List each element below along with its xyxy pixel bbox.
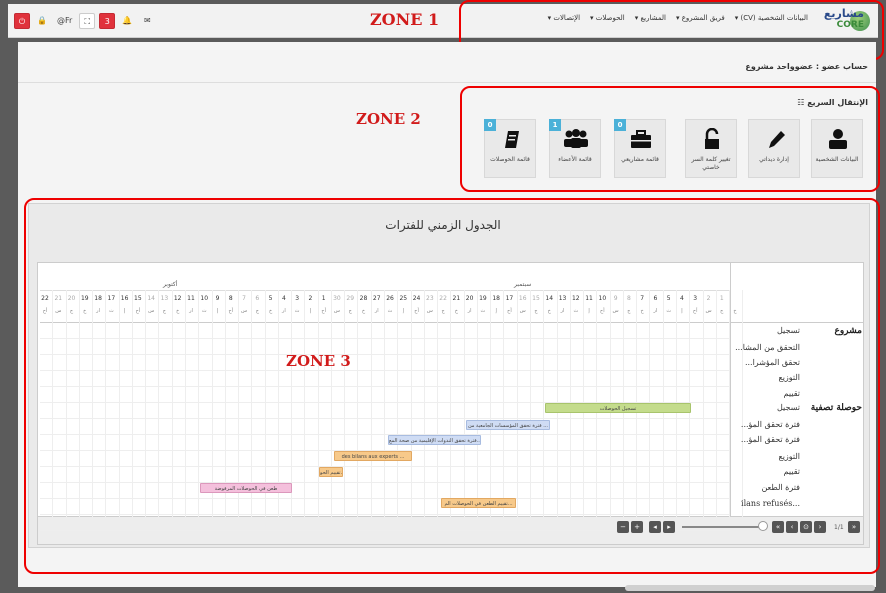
notifications-count-button[interactable]: 3 [99, 13, 116, 29]
zone-2-label: ZONE 2 [356, 110, 421, 128]
horizontal-scrollbar[interactable] [625, 585, 875, 591]
divider [18, 82, 876, 83]
lock-button[interactable]: 🔒 [34, 13, 50, 29]
account-line: حساب عضو : عضوواحد مشروع [745, 62, 868, 71]
zone-1-label: ZONE 1 [370, 10, 440, 29]
language-button[interactable]: @Fr [54, 13, 75, 29]
bell-button[interactable]: 🔔 [119, 13, 135, 29]
mail-button[interactable]: ✉ [139, 13, 155, 29]
fullscreen-button[interactable]: ⛶ [79, 13, 96, 29]
toolbar-left: ⏻ 🔒 @Fr ⛶ 3 🔔 ✉ [14, 13, 155, 29]
power-button[interactable]: ⏻ [14, 13, 30, 29]
zone-3-box [24, 198, 880, 574]
zone-2-box [460, 86, 880, 192]
